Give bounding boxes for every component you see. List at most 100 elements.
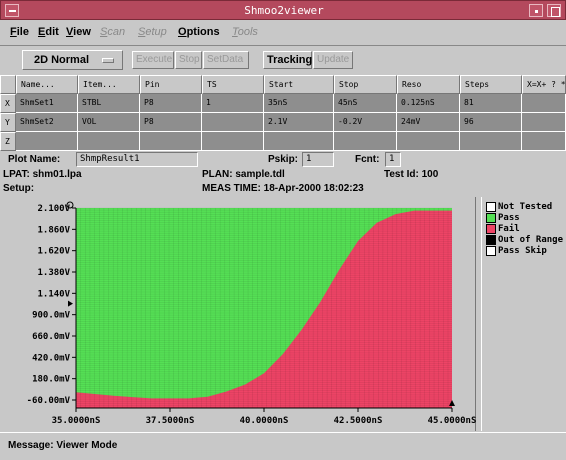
legend-label: Fail <box>498 224 520 234</box>
table-cell[interactable]: ShmSet1 <box>16 94 78 113</box>
row-header-x[interactable]: X <box>0 94 16 113</box>
legend-label: Pass <box>498 213 520 223</box>
table-cell[interactable]: STBL <box>78 94 140 113</box>
test-id-text: Test Id: 100 <box>384 169 439 180</box>
table-cell[interactable] <box>522 113 566 132</box>
shmoo-plot-area[interactable]: 2.100V 1.860V 1.620V 1.380V 1.140V 900.0mV 660… <box>0 197 476 431</box>
update-button[interactable]: Update <box>313 51 353 69</box>
lpat-text: LPAT: shm01.lpa <box>3 169 82 180</box>
legend-swatch <box>486 202 496 212</box>
x-tick-label: 40.0000nS <box>240 416 289 426</box>
setup-text: Setup: <box>3 183 35 194</box>
column-header[interactable]: Name... <box>16 75 78 94</box>
plot-name-field[interactable]: ShmpResult1 <box>76 152 198 167</box>
table-cell[interactable]: ShmSet2 <box>16 113 78 132</box>
execute-button[interactable]: Execute <box>132 51 174 69</box>
table-cell[interactable] <box>202 132 264 151</box>
table-cell[interactable]: P8 <box>140 113 202 132</box>
title-bar: Shmoo2viewer <box>0 0 566 20</box>
x-tick-label: 45.0000nS <box>428 416 476 426</box>
table-cell[interactable] <box>522 94 566 113</box>
x-tick-label: 42.5000nS <box>334 416 383 426</box>
legend-label: Pass Skip <box>498 246 547 256</box>
table-cell[interactable]: -0.2V <box>334 113 397 132</box>
table-cell[interactable] <box>16 132 78 151</box>
mode-select[interactable]: 2D Normal <box>22 50 123 70</box>
column-header[interactable]: X=X+ ? *Y <box>522 75 566 94</box>
table-cell[interactable]: 96 <box>460 113 522 132</box>
table-cell[interactable] <box>264 132 334 151</box>
y-tick-label: -60.00mV <box>27 396 71 406</box>
table-cell[interactable]: 45nS <box>334 94 397 113</box>
column-header[interactable]: Pin <box>140 75 202 94</box>
row-header-y[interactable]: Y <box>0 113 16 132</box>
menu-tools[interactable]: Tools <box>232 26 258 38</box>
table-cell[interactable]: 1 <box>202 94 264 113</box>
y-tick-label: 660.0mV <box>32 332 71 342</box>
table-row <box>16 132 566 151</box>
menu-edit[interactable]: Edit <box>38 26 59 38</box>
column-header[interactable]: Reso <box>397 75 460 94</box>
table-cell[interactable]: VOL <box>78 113 140 132</box>
shmoo-cells <box>75 207 452 408</box>
legend-swatch <box>486 224 496 234</box>
tracking-button[interactable]: Tracking <box>263 51 312 69</box>
legend-swatch <box>486 213 496 223</box>
toolbar: 2D Normal Execute Stop SetData Tracking … <box>0 47 566 74</box>
mode-select-value: 2D Normal <box>34 54 90 66</box>
table-cell[interactable]: P8 <box>140 94 202 113</box>
meas-time-text: MEAS TIME: 18-Apr-2000 18:02:23 <box>202 183 364 194</box>
fcnt-field[interactable]: 1 <box>385 152 401 167</box>
table-row: ShmSet1 STBL P8 1 35nS 45nS 0.125nS 81 <box>16 94 566 113</box>
table-corner <box>0 75 16 94</box>
y-tick-label: 1.860V <box>37 225 70 235</box>
table-cell[interactable]: 0.125nS <box>397 94 460 113</box>
table-cell[interactable] <box>202 113 264 132</box>
menu-bar: File Edit View Scan Setup Options Tools <box>0 20 566 46</box>
y-tick-label: 1.380V <box>37 268 70 278</box>
column-header[interactable]: Item... <box>78 75 140 94</box>
column-header[interactable]: TS <box>202 75 264 94</box>
y-tick-label: 1.140V <box>37 289 70 299</box>
menu-options[interactable]: Options <box>178 26 220 38</box>
column-header[interactable]: Stop <box>334 75 397 94</box>
y-tick-label: 900.0mV <box>32 311 71 321</box>
y-tick-label: 2.100V <box>37 204 70 214</box>
menu-setup[interactable]: Setup <box>138 26 167 38</box>
table-cell[interactable] <box>460 132 522 151</box>
y-cursor-icon <box>68 300 73 307</box>
y-tick-label: 180.0mV <box>32 375 71 385</box>
y-tick-label: 420.0mV <box>32 353 71 363</box>
table-cell[interactable]: 24mV <box>397 113 460 132</box>
stop-button[interactable]: Stop <box>175 51 202 69</box>
menu-file[interactable]: File <box>10 26 29 38</box>
maximize-button[interactable] <box>547 4 561 17</box>
table-cell[interactable]: 2.1V <box>264 113 334 132</box>
minimize-button[interactable] <box>529 4 543 17</box>
legend: Not Tested Pass Fail Out of Range Pass S… <box>481 197 566 431</box>
plan-text: PLAN: sample.tdl <box>202 169 285 180</box>
status-message: Message: Viewer Mode <box>8 440 118 451</box>
table-cell[interactable]: 81 <box>460 94 522 113</box>
menu-scan[interactable]: Scan <box>100 26 125 38</box>
legend-swatch <box>486 235 496 245</box>
fcnt-label: Fcnt: <box>355 154 380 165</box>
column-header[interactable]: Steps <box>460 75 522 94</box>
pskip-label: Pskip: <box>268 154 299 165</box>
setdata-button[interactable]: SetData <box>203 51 249 69</box>
menu-view[interactable]: View <box>66 26 91 38</box>
pskip-field[interactable]: 1 <box>302 152 334 167</box>
table-cell[interactable] <box>140 132 202 151</box>
table-cell[interactable]: 35nS <box>264 94 334 113</box>
window-title: Shmoo2viewer <box>244 4 324 17</box>
table-cell[interactable] <box>334 132 397 151</box>
table-cell[interactable] <box>522 132 566 151</box>
table-cell[interactable] <box>78 132 140 151</box>
x-tick-label: 35.0000nS <box>52 416 101 426</box>
table-cell[interactable] <box>397 132 460 151</box>
row-header-z[interactable]: Z <box>0 132 16 151</box>
legend-label: Out of Range <box>498 235 564 245</box>
table-row: ShmSet2 VOL P8 2.1V -0.2V 24mV 96 <box>16 113 566 132</box>
column-header[interactable]: Start <box>264 75 334 94</box>
plot-name-label: Plot Name: <box>8 154 61 165</box>
